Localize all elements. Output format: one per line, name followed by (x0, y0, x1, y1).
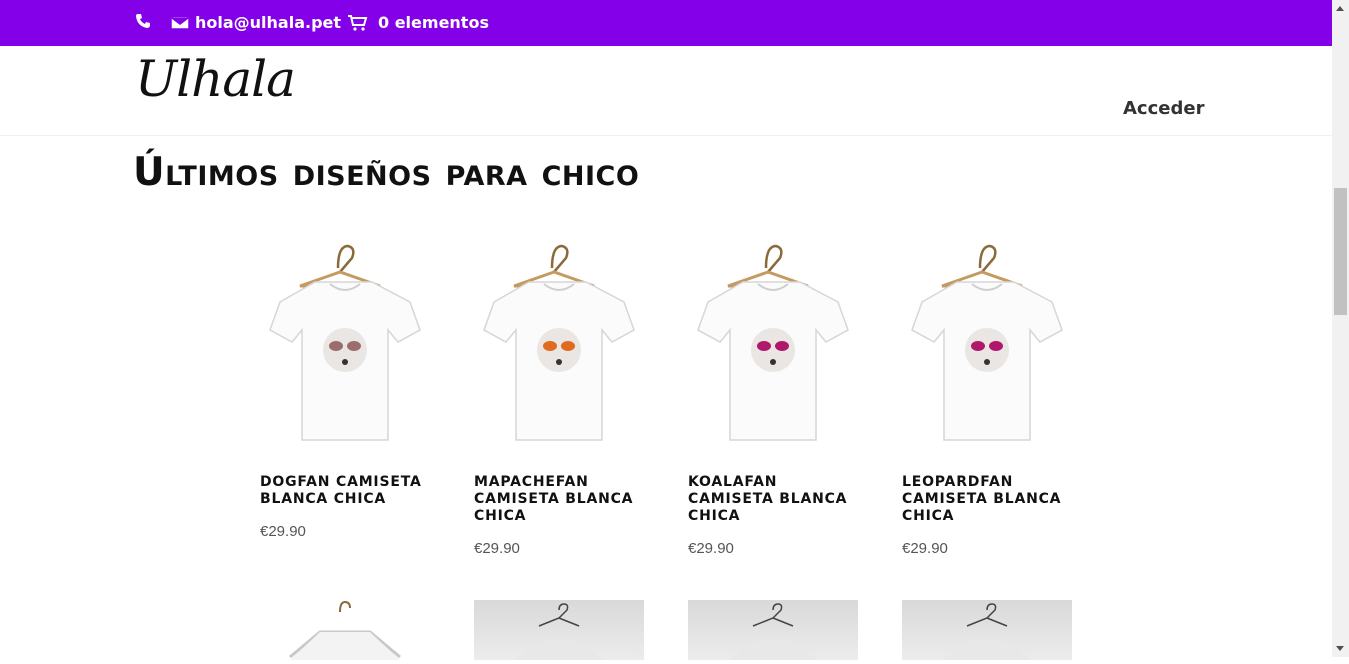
product-image[interactable] (688, 600, 858, 660)
product-price: €29.90 (260, 523, 306, 540)
product-price: €29.90 (474, 540, 520, 557)
product-card[interactable]: LeopardFan Camiseta Blanca Chica €29.90 (902, 240, 1072, 557)
product-name[interactable]: KoalaFan Camiseta Blanca Chica (688, 474, 858, 525)
product-image[interactable] (902, 240, 1072, 450)
section-title: Últimos diseños para chico (133, 150, 640, 195)
product-card[interactable]: MapacheFan Camiseta Blanca Chica €29.90 (474, 240, 644, 557)
product-image[interactable] (688, 240, 858, 450)
top-bar: hola@ulhala.pet 0 elementos (0, 0, 1332, 46)
login-link[interactable]: Acceder (1123, 98, 1204, 119)
envelope-icon (171, 15, 189, 30)
product-price: €29.90 (902, 540, 948, 557)
product-price: €29.90 (688, 540, 734, 557)
product-card[interactable]: DogFan Camiseta Blanca Chica €29.90 (260, 240, 430, 540)
product-image[interactable] (260, 600, 430, 660)
email-link[interactable]: hola@ulhala.pet (171, 13, 341, 32)
product-image[interactable] (474, 240, 644, 450)
cart-count: 0 elementos (378, 13, 489, 32)
product-image[interactable] (902, 600, 1072, 660)
scroll-down-arrow-icon[interactable] (1336, 646, 1344, 651)
phone-icon (136, 14, 150, 28)
product-image[interactable] (260, 240, 430, 450)
product-card[interactable]: KoalaFan Camiseta Blanca Chica €29.90 (688, 240, 858, 557)
phone-link[interactable] (135, 13, 151, 29)
product-image[interactable] (474, 600, 644, 660)
site-logo[interactable]: Ulhala (135, 50, 296, 108)
product-name[interactable]: LeopardFan Camiseta Blanca Chica (902, 474, 1072, 525)
cart-icon (348, 14, 368, 31)
scroll-up-arrow-icon[interactable] (1336, 6, 1344, 11)
site-header: Ulhala Acceder (0, 46, 1332, 135)
product-name[interactable]: MapacheFan Camiseta Blanca Chica (474, 474, 644, 525)
cart-link[interactable]: 0 elementos (348, 13, 489, 32)
scrollbar-thumb[interactable] (1334, 188, 1347, 315)
email-text: hola@ulhala.pet (195, 13, 342, 32)
product-name[interactable]: DogFan Camiseta Blanca Chica (260, 474, 430, 508)
scrollbar[interactable] (1332, 0, 1349, 657)
